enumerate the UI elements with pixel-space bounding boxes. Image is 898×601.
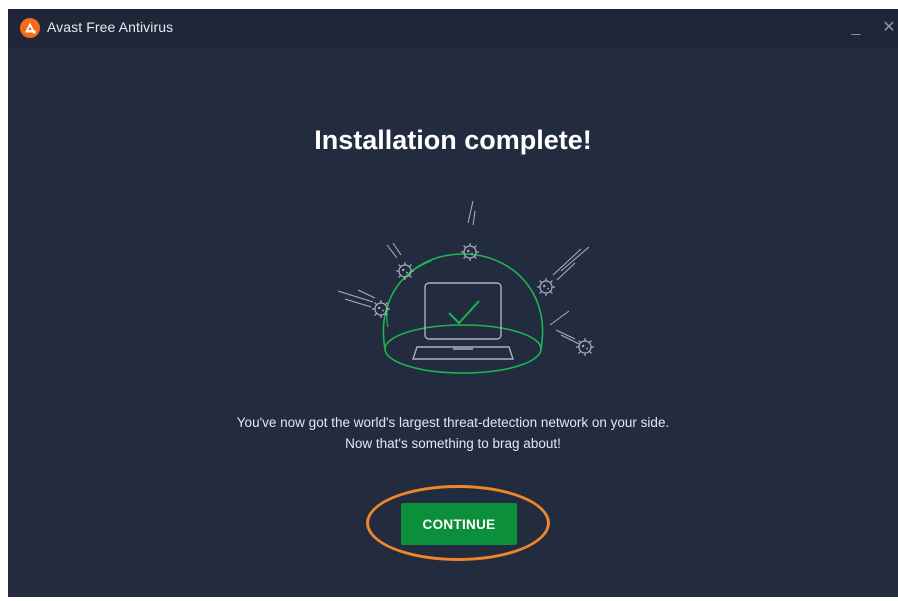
message-line-2: Now that's something to brag about! [345,436,561,451]
virus-icon [575,337,595,357]
virus-icon [371,299,391,319]
app-title: Avast Free Antivirus [47,19,174,35]
avast-logo-icon [20,18,40,38]
laptop-shield-dome-icon [337,200,595,374]
close-button[interactable]: ✕ [876,15,898,41]
virus-icon [536,277,556,297]
completion-message: You've now got the world's largest threa… [8,412,898,454]
virus-icon [460,242,480,262]
installer-window: Avast Free Antivirus _ ✕ Installation co… [8,9,898,597]
continue-button[interactable]: CONTINUE [401,503,517,545]
page-title: Installation complete! [314,125,592,155]
virus-icon [395,261,415,281]
minimize-button[interactable]: _ [843,15,869,41]
checkmark-icon [448,300,480,325]
title-bar: Avast Free Antivirus _ ✕ [8,9,898,47]
message-line-1: You've now got the world's largest threa… [236,415,670,430]
